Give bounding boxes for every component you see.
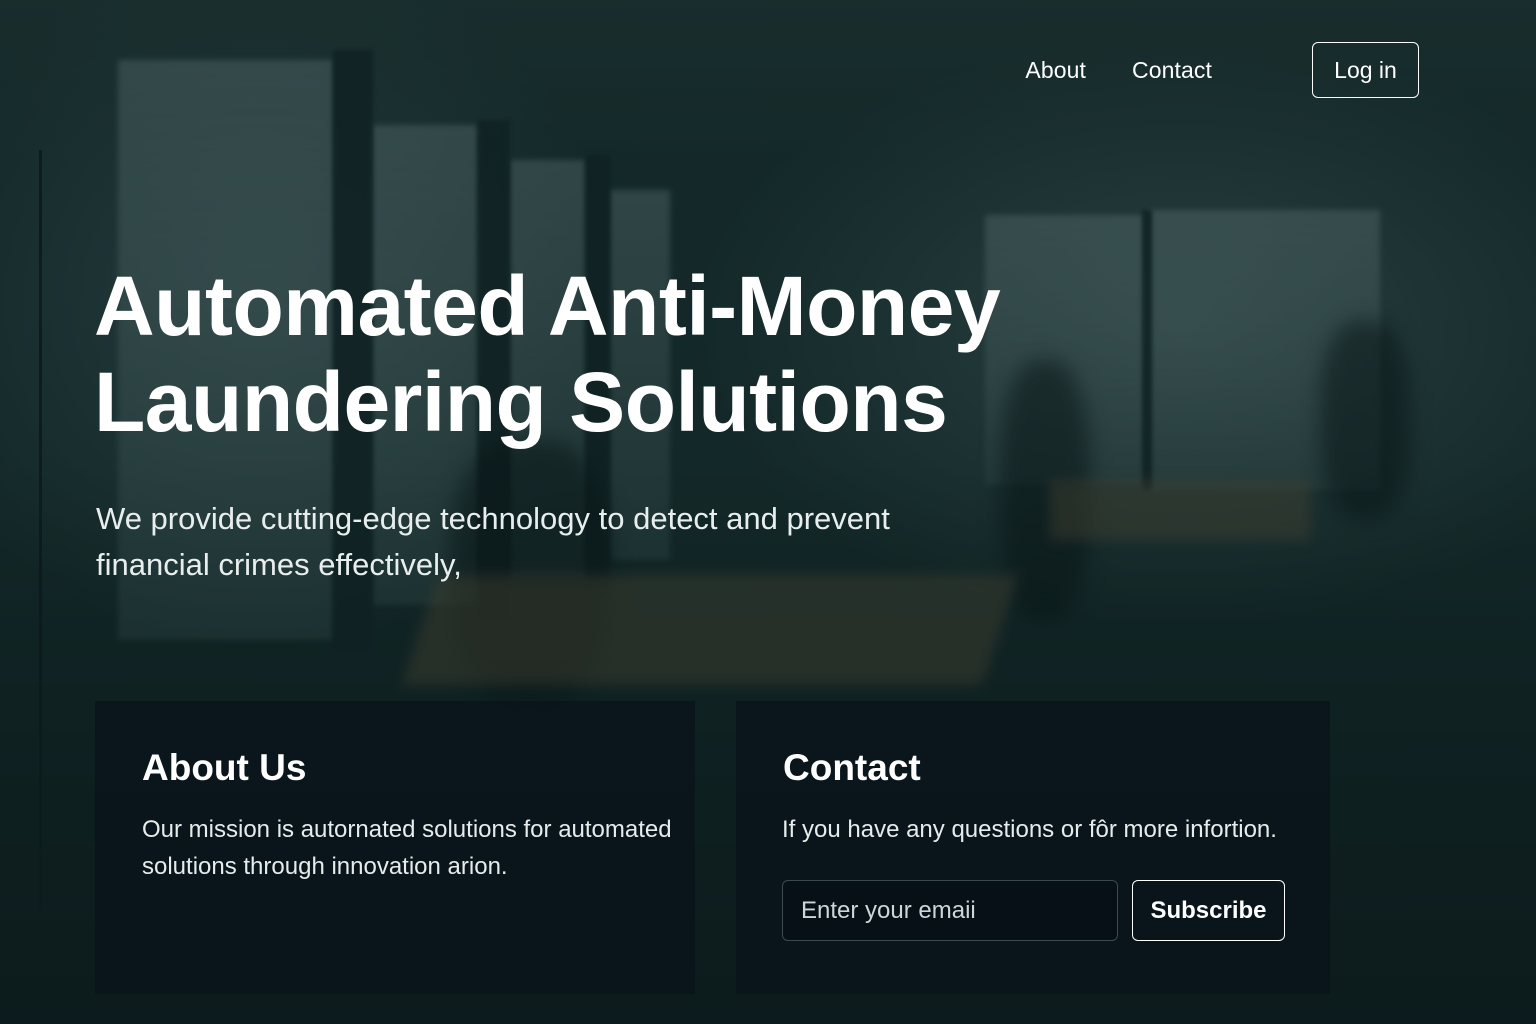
contact-card: Contact If you have any questions or fôr… xyxy=(736,701,1330,994)
contact-title: Contact xyxy=(783,747,921,788)
login-button[interactable]: Log in xyxy=(1312,42,1419,98)
nav-link-contact[interactable]: Contact xyxy=(1132,57,1212,84)
contact-text: If you have any questions or fôr more in… xyxy=(782,816,1277,843)
email-input[interactable] xyxy=(782,880,1118,941)
about-us-card: About Us Our mission is autornated solut… xyxy=(95,701,695,994)
hero-subtitle: We provide cutting-edge technology to de… xyxy=(96,501,890,582)
subscribe-button[interactable]: Subscribe xyxy=(1132,880,1285,941)
top-navigation: About Contact Log in xyxy=(1025,42,1419,98)
about-us-title: About Us xyxy=(142,747,307,788)
hero-title: Automated Anti-Money Laundering Solution… xyxy=(94,259,1001,449)
nav-link-about[interactable]: About xyxy=(1025,57,1086,84)
about-us-text: Our mission is autornated solutions for … xyxy=(142,816,672,880)
